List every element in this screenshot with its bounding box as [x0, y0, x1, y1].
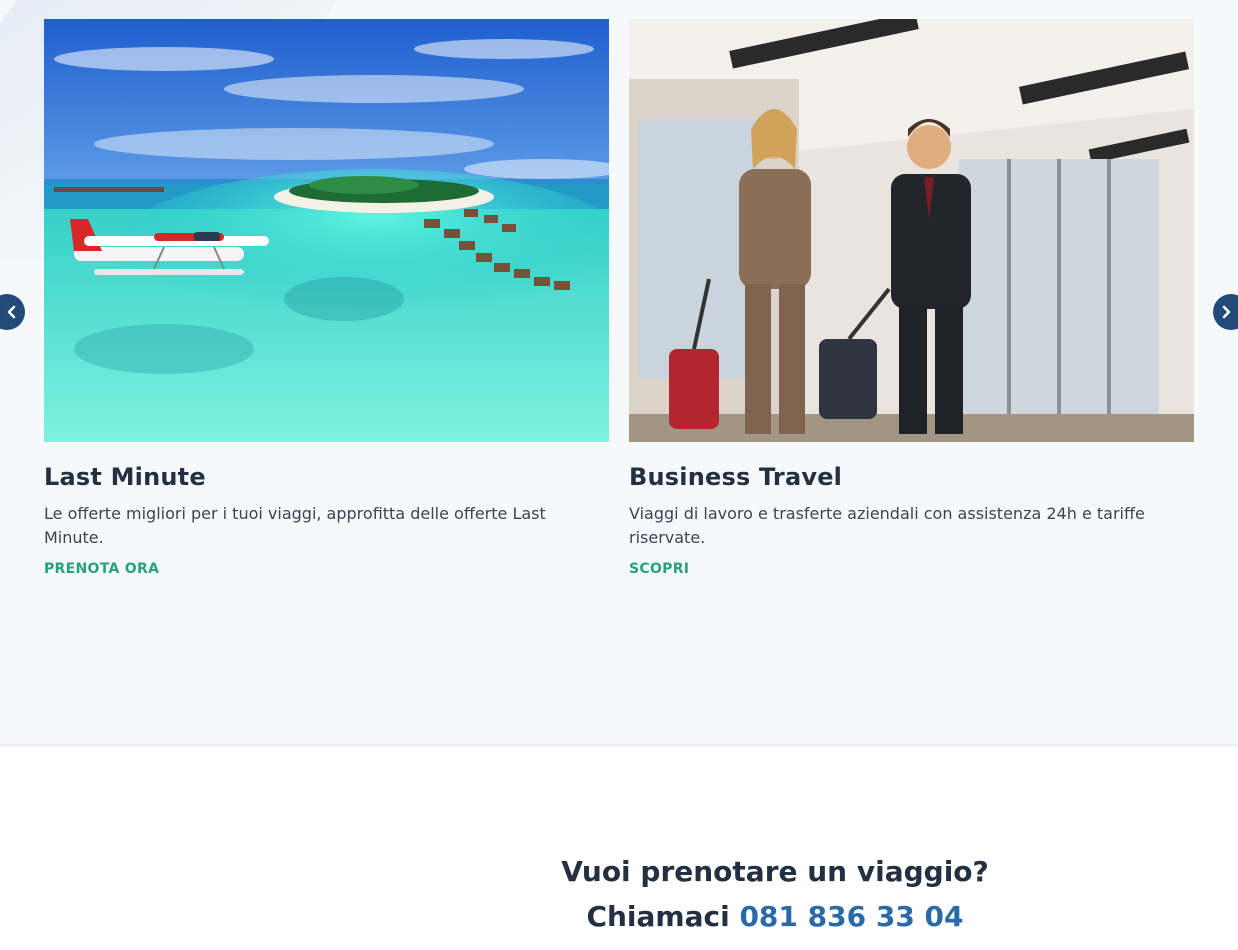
chevron-left-icon — [7, 305, 16, 319]
business-travel-image[interactable] — [629, 19, 1194, 442]
offers-section: Last Minute Le offerte migliori per i tu… — [0, 0, 1238, 744]
business-travelers-photo — [629, 19, 1194, 442]
offer-card-business-travel: Business Travel Viaggi di lavoro e trasf… — [629, 19, 1194, 577]
card-description: Viaggi di lavoro e trasferte aziendali c… — [629, 504, 1145, 547]
scopri-link[interactable]: SCOPRI — [629, 561, 689, 577]
cta-question: Vuoi prenotare un viaggio? — [561, 855, 989, 888]
card-title: Business Travel — [629, 463, 843, 491]
cta-call-label: Chiamaci — [586, 900, 730, 933]
prenota-ora-link[interactable]: PRENOTA ORA — [44, 561, 159, 577]
phone-number-link[interactable]: 081 836 33 04 — [739, 900, 963, 933]
carousel-prev-button[interactable] — [0, 294, 25, 330]
carousel-next-button[interactable] — [1213, 294, 1238, 330]
cta-call-line: Chiamaci 081 836 33 04 — [560, 897, 990, 937]
card-title: Last Minute — [44, 463, 206, 491]
maldives-seaplane-photo — [44, 19, 609, 442]
chevron-right-icon — [1222, 305, 1231, 319]
card-description: Le offerte migliori per i tuoi viaggi, a… — [44, 504, 546, 547]
call-to-action: Vuoi prenotare un viaggio? Chiamaci 081 … — [560, 852, 990, 937]
section-divider — [0, 744, 1238, 746]
offer-card-last-minute: Last Minute Le offerte migliori per i tu… — [44, 19, 609, 577]
last-minute-image[interactable] — [44, 19, 609, 442]
